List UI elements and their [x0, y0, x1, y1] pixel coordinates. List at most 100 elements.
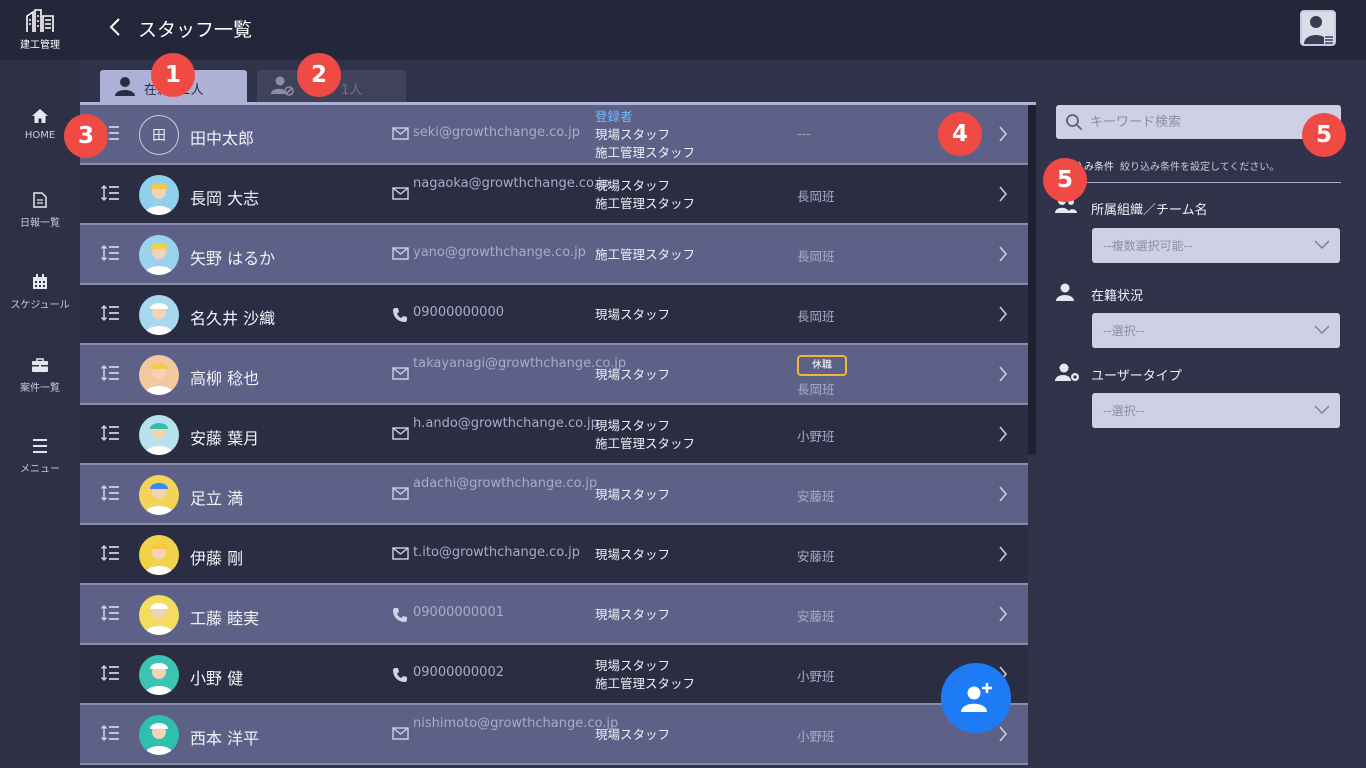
phone-icon [393, 608, 407, 622]
team-name: --- [797, 126, 811, 141]
reorder-icon[interactable] [100, 244, 120, 262]
staff-row[interactable]: 工藤 睦実 09000000001 現場スタッフ 安藤班 [80, 585, 1028, 645]
logo-text: 建工管理 [20, 40, 60, 51]
filter-conditions: 込み条件 絞り込み条件を設定してください。 [1074, 158, 1279, 173]
team-name: 安藤班 [797, 489, 835, 504]
callout-marker: 3 [64, 114, 108, 158]
reorder-icon[interactable] [100, 304, 120, 322]
profile-button[interactable] [1300, 10, 1336, 46]
roles: 現場スタッフ [595, 546, 670, 564]
staff-row[interactable]: 名久井 沙織 09000000000 現場スタッフ 長岡班 [80, 285, 1028, 345]
briefcase-icon [32, 358, 48, 372]
staff-name: 足立 満 [190, 489, 244, 508]
chevron-right-icon[interactable] [998, 365, 1008, 383]
org-select[interactable]: --複数選択可能-- [1092, 228, 1340, 263]
page-title: スタッフ一覧 [138, 19, 253, 41]
contact-text: 09000000001 [413, 605, 504, 620]
back-button[interactable] [108, 16, 130, 40]
mail-icon [392, 427, 409, 440]
reorder-icon[interactable] [100, 364, 120, 382]
staff-row[interactable]: 西本 洋平 nishimoto@growthchange.co.jp 現場スタッ… [80, 705, 1028, 765]
reorder-icon[interactable] [100, 724, 120, 742]
team-name: 安藤班 [797, 549, 835, 564]
staff-row[interactable]: 高柳 稔也 takayanagi@growthchange.co.jp 現場スタ… [80, 345, 1028, 405]
contact-text: nagaoka@growthchange.co.jp [413, 176, 610, 191]
team-name: 小野班 [797, 669, 835, 684]
nav-item-schedule[interactable]: スケジュール [0, 274, 80, 334]
person-icon [115, 77, 135, 96]
roles: 現場スタッフ 施工管理スタッフ [595, 177, 695, 213]
mail-icon [392, 127, 409, 140]
avatar-photo-icon [139, 535, 179, 575]
avatar-photo-icon [139, 475, 179, 515]
usertype-select[interactable]: --選択-- [1092, 393, 1340, 428]
contact-text: t.ito@growthchange.co.jp [413, 545, 580, 560]
roles: 現場スタッフ [595, 306, 670, 324]
avatar [139, 715, 179, 755]
chevron-down-icon [1314, 240, 1330, 250]
top-bar: 建工管理 スタッフ一覧 [0, 0, 1366, 60]
tab-label: 1人 [341, 83, 363, 98]
divider [1056, 182, 1341, 183]
team-name: 小野班 [797, 429, 835, 444]
staff-row[interactable]: 安藤 葉月 h.ando@growthchange.co.jp 現場スタッフ 施工… [80, 405, 1028, 465]
reorder-icon[interactable] [100, 604, 120, 622]
chevron-right-icon[interactable] [998, 605, 1008, 623]
avatar-photo-icon [139, 415, 179, 455]
avatar [139, 535, 179, 575]
reorder-icon[interactable] [100, 184, 120, 202]
keyword-search[interactable] [1056, 105, 1341, 139]
mail-icon [392, 187, 409, 200]
nav-item-menu[interactable]: メニュー [0, 438, 80, 498]
staff-row[interactable]: 長岡 大志 nagaoka@growthchange.co.jp 現場スタッフ施… [80, 165, 1028, 225]
nav-item-daily-reports[interactable]: 日報一覧 [0, 192, 80, 252]
chevron-right-icon[interactable] [998, 305, 1008, 323]
chevron-right-icon[interactable] [998, 425, 1008, 443]
app-logo[interactable]: 建工管理 [14, 8, 66, 54]
contact-text: h.ando@growthchange.co.jp [413, 416, 599, 431]
staff-row[interactable]: 小野 健 09000000002 現場スタッフ 施工管理スタッフ 小野班 [80, 645, 1028, 705]
avatar [139, 655, 179, 695]
roles: 施工管理スタッフ [595, 246, 695, 264]
add-staff-button[interactable] [941, 663, 1011, 733]
phone-icon [393, 308, 407, 322]
role-text: 現場スタッフ [595, 658, 671, 673]
staff-row[interactable]: 田 田中太郎 seki@growthchange.co.jp 登録者 現場スタッフ… [80, 105, 1028, 165]
roles: 現場スタッフ [595, 606, 670, 624]
reorder-icon[interactable] [100, 484, 120, 502]
status-select[interactable]: --選択-- [1092, 313, 1340, 348]
search-icon [1066, 114, 1083, 131]
avatar-photo-icon [139, 355, 179, 395]
chevron-right-icon[interactable] [998, 185, 1008, 203]
staff-row[interactable]: 足立 満 adachi@growthchange.co.jp 現場スタッフ 安藤… [80, 465, 1028, 525]
staff-name: 高柳 稔也 [190, 369, 260, 388]
role-text: 現場スタッフ [595, 127, 671, 142]
roles: 現場スタッフ [595, 366, 670, 384]
staff-row[interactable]: 伊藤 剛 t.ito@growthchange.co.jp 現場スタッフ 安藤班 [80, 525, 1028, 585]
reorder-icon[interactable] [100, 544, 120, 562]
staff-name: 矢野 はるか [190, 249, 276, 268]
person-gear-icon [1055, 363, 1079, 381]
role-text: 現場スタッフ [595, 307, 671, 322]
role-text: 現場スタッフ [595, 547, 671, 562]
avatar [139, 175, 179, 215]
chevron-right-icon[interactable] [998, 545, 1008, 563]
role-text: 施工管理スタッフ [595, 436, 696, 451]
reorder-icon[interactable] [100, 424, 120, 442]
search-input[interactable] [1090, 105, 1330, 139]
reorder-icon[interactable] [100, 664, 120, 682]
chevron-right-icon[interactable] [998, 245, 1008, 263]
calendar-icon [33, 274, 47, 289]
chevron-right-icon[interactable] [998, 485, 1008, 503]
avatar [139, 475, 179, 515]
nav-item-projects[interactable]: 案件一覧 [0, 357, 80, 417]
staff-name: 名久井 沙織 [190, 309, 276, 328]
chevron-right-icon[interactable] [998, 725, 1008, 743]
list-scrollbar[interactable] [1028, 105, 1036, 455]
mail-icon [392, 727, 409, 740]
chevron-down-icon [1314, 325, 1330, 335]
chevron-right-icon[interactable] [998, 125, 1008, 143]
nav-label: スケジュール [10, 300, 70, 311]
callout-marker: 5 [1302, 113, 1346, 157]
staff-row[interactable]: 矢野 はるか yano@growthchange.co.jp 施工管理スタッフ … [80, 225, 1028, 285]
